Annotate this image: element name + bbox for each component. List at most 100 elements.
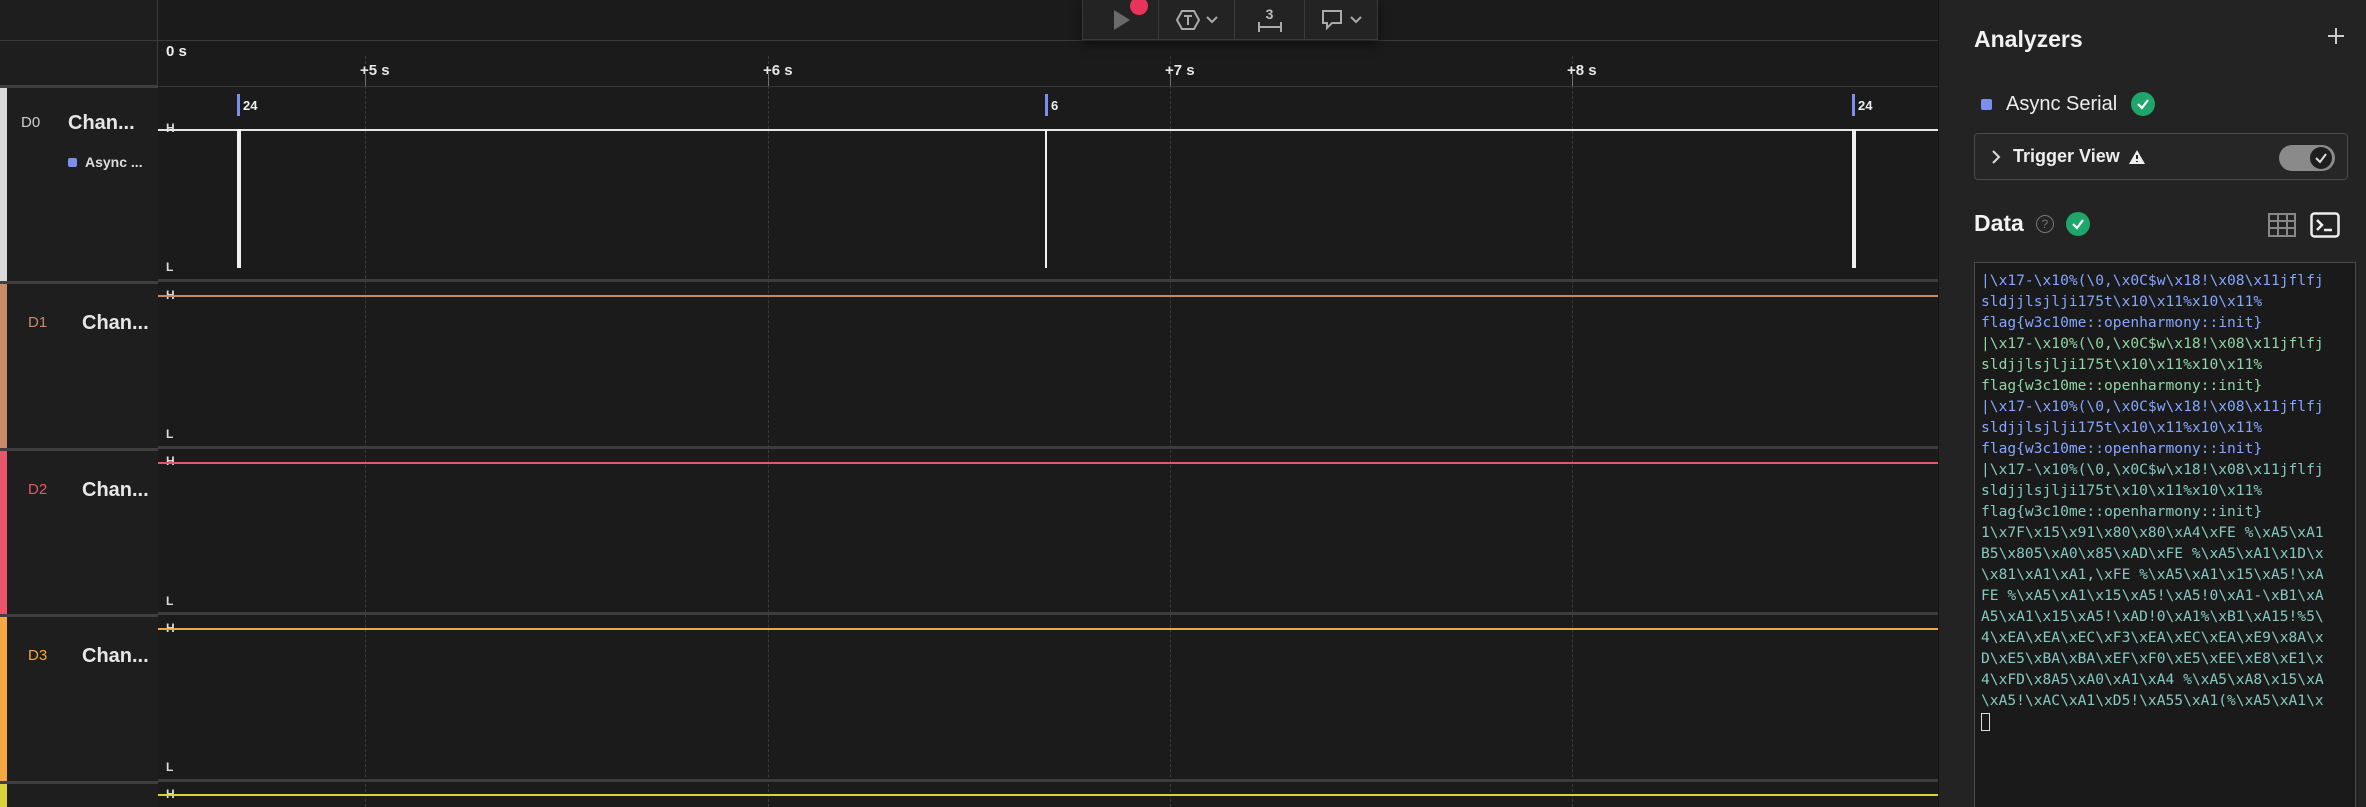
terminal-line: sldjjlsjlji175t\x10\x11%x10\x11% (1981, 356, 2263, 373)
channel-color-stripe (0, 284, 7, 448)
channel-id: D1 (28, 314, 48, 331)
terminal-line: flag{w3c10me::openharmony::init} (1981, 440, 2263, 457)
channel-separator (158, 446, 1938, 449)
check-circle-icon (2065, 211, 2090, 236)
chevron-down-icon (1205, 15, 1218, 23)
record-dot-icon (1130, 0, 1148, 15)
panel-title: Analyzers (1974, 26, 2083, 52)
grid-line (768, 56, 769, 807)
annotations-button[interactable] (1305, 0, 1377, 39)
channel-name[interactable]: Chan... (82, 479, 149, 502)
terminal-line: 4\xEA\xEA\xEC\xF3\xEA\xEC\xEA\xE9\x8A\x (1981, 629, 2324, 646)
play-icon (1113, 9, 1130, 30)
terminal-line: flag{w3c10me::openharmony::init} (1981, 503, 2263, 520)
trigger-view-row[interactable]: Trigger View (1974, 133, 2348, 180)
analyzer-name: Async Serial (2006, 92, 2118, 115)
time-tick-label: +8 s (1567, 62, 1597, 79)
low-label: L (166, 760, 174, 774)
time-tick-label: +7 s (1165, 62, 1195, 79)
channel-color-stripe (0, 88, 7, 281)
capture-toolbar: 3 (1082, 0, 1378, 40)
signal-line-d4 (158, 794, 1938, 796)
check-circle-icon (2131, 92, 2156, 116)
terminal-line: B5\x805\xA0\x85\xAD\xFE %\xA5\xA1\x1D\x (1981, 545, 2324, 562)
terminal-view-button[interactable] (2309, 210, 2341, 240)
signal-pulse (1045, 129, 1047, 268)
question-icon[interactable]: ? (2035, 214, 2054, 233)
analyzer-tag-label: Async ... (85, 154, 143, 170)
channel-d0-header[interactable]: D0 Chan... Async ... (0, 85, 158, 281)
channel-id: D2 (28, 481, 48, 498)
channel-separator (158, 612, 1938, 615)
terminal-line: 4\xFD\x8A5\xA0\xA1\xA4 %\xA5\xA8\x15\xA (1981, 671, 2324, 688)
channel-name[interactable]: Chan... (82, 645, 149, 668)
channel-name[interactable]: Chan... (82, 312, 149, 335)
analyzer-color-icon (68, 157, 77, 167)
data-section-header: Data ? (1974, 210, 2090, 237)
terminal-line: |\x17-\x10%(\0,\x0C$w\x18!\x08\x11jflfj (1981, 398, 2324, 415)
terminal-line: |\x17-\x10%(\0,\x0C$w\x18!\x08\x11jflfj (1981, 461, 2324, 478)
marker-value: 24 (1855, 97, 1873, 113)
marker-value: 6 (1048, 97, 1059, 113)
analyzer-color-icon (1981, 98, 1992, 110)
terminal-line: |\x17-\x10%(\0,\x0C$w\x18!\x08\x11jflfj (1981, 335, 2324, 352)
low-label: L (166, 594, 174, 608)
marker-value: 24 (240, 97, 258, 113)
data-title: Data (1974, 210, 2024, 236)
terminal-line: sldjjlsjlji175t\x10\x11%x10\x11% (1981, 293, 2263, 310)
signal-pulse (1852, 129, 1856, 268)
low-label: L (166, 427, 174, 441)
terminal-output[interactable]: |\x17-\x10%(\0,\x0C$w\x18!\x08\x11jflfj s… (1974, 262, 2356, 807)
trigger-view-label: Trigger View (2013, 146, 2120, 166)
terminal-line: flag{w3c10me::openharmony::init} (1981, 314, 2263, 331)
terminal-line: FE %\xA5\xA1\x15\xA5!\xA5!0\xA1-\xB1\xA (1981, 587, 2324, 604)
terminal-icon (2310, 212, 2340, 238)
decode-marker[interactable]: 6 (1045, 94, 1059, 116)
terminal-line: sldjjlsjlji175t\x10\x11%x10\x11% (1981, 419, 2263, 436)
channel-color-stripe (0, 451, 7, 614)
signal-line-d3 (158, 628, 1938, 630)
plus-icon (2328, 28, 2344, 44)
decode-marker[interactable]: 24 (1852, 94, 1873, 116)
time-tick-label: +6 s (763, 62, 793, 79)
ruler-top-border (158, 40, 1938, 41)
waveform-area[interactable]: 0 s +5 s +6 s +7 s +8 s 24 6 24 H L H L … (158, 0, 1938, 807)
decode-marker[interactable]: 24 (237, 94, 258, 116)
chevron-right-icon (1992, 149, 2001, 164)
channel-d2-header[interactable]: D2 Chan... (0, 448, 158, 614)
toggle-knob (2310, 147, 2332, 169)
signal-pulse (237, 129, 241, 268)
high-label: H (166, 454, 175, 468)
channel-d4-header[interactable] (0, 781, 158, 807)
terminal-line: |\x17-\x10%(\0,\x0C$w\x18!\x08\x11jflfj (1981, 272, 2324, 289)
channel-color-stripe (0, 617, 7, 781)
chevron-down-icon (1350, 15, 1362, 23)
time-origin-label: 0 s (166, 43, 187, 60)
table-view-button[interactable] (2266, 210, 2298, 240)
time-tick-label: +5 s (360, 62, 390, 79)
terminal-line: \x81\xA1\xA1,\xFE %\xA5\xA1\x15\xA5!\xA (1981, 566, 2324, 583)
start-capture-button[interactable] (1083, 0, 1159, 39)
trigger-icon (1175, 9, 1200, 30)
channel-d3-header[interactable]: D3 Chan... (0, 614, 158, 781)
low-label: L (166, 260, 174, 274)
terminal-line: A5\xA1\x15\xA5!\xAD!0\xA1%\xB1\xA15!%5\ (1981, 608, 2324, 625)
channel-separator (158, 279, 1938, 282)
grid-line (365, 56, 366, 807)
trigger-settings-button[interactable] (1159, 0, 1235, 39)
measurements-button[interactable]: 3 (1235, 0, 1305, 39)
check-icon (2315, 153, 2327, 164)
channel-d1-header[interactable]: D1 Chan... (0, 281, 158, 448)
analyzer-tag[interactable]: Async ... (68, 154, 143, 170)
analyzer-item[interactable]: Async Serial (1981, 92, 2156, 116)
terminal-lines: |\x17-\x10%(\0,\x0C$w\x18!\x08\x11jflfj s… (1981, 270, 2349, 711)
terminal-line: D\xE5\xBA\xBA\xEF\xF0\xE5\xEE\xE8\xE1\x (1981, 650, 2324, 667)
analyzers-panel: Analyzers Async Serial Trigger View Data… (1938, 0, 2366, 807)
add-analyzer-button[interactable] (2325, 22, 2347, 54)
ruler-bottom-border (158, 86, 1938, 87)
measure-count: 3 (1265, 5, 1274, 22)
channel-list: D0 Chan... Async ... D1 Chan... D2 Chan.… (0, 0, 158, 807)
channel-name[interactable]: Chan... (68, 112, 135, 135)
trigger-view-toggle[interactable] (2279, 145, 2335, 171)
high-label: H (166, 121, 175, 135)
